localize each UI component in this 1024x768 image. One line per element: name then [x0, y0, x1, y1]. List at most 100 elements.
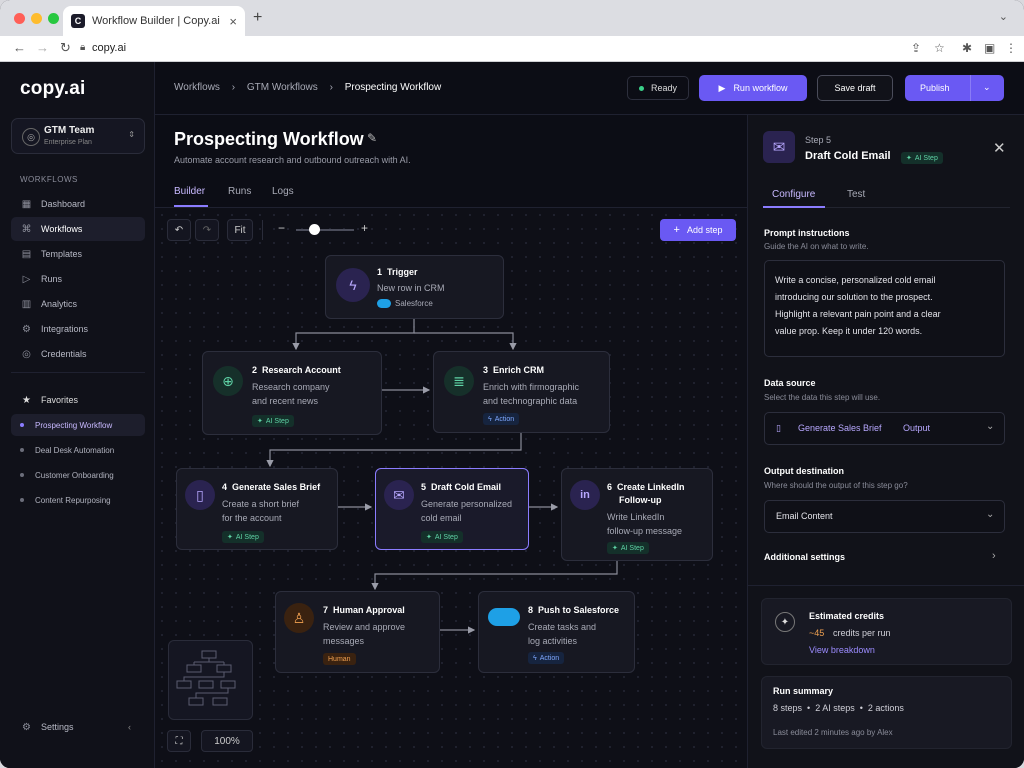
templates-icon: ▤: [21, 248, 32, 260]
workflow-node-enrich-crm[interactable]: ≣ 3 Enrich CRM Enrich with firmographic a…: [433, 351, 610, 433]
redo-icon[interactable]: ↷: [195, 219, 219, 241]
close-window-button[interactable]: [14, 13, 25, 24]
sidebar: copy.ai ◎ GTM Team Enterprise Plan ⇕ WOR…: [0, 62, 155, 768]
workflow-node-push-to-salesforce[interactable]: 8 Push to Salesforce Create tasks and log…: [478, 591, 635, 673]
tab-configure[interactable]: Configure: [772, 189, 815, 200]
sidebar-item-settings[interactable]: ⚙ Settings ‹: [11, 715, 145, 739]
favorite-item[interactable]: Prospecting Workflow: [11, 414, 145, 436]
output-destination-select[interactable]: Email Content ⌄: [764, 500, 1005, 533]
node-desc-line: Create tasks and: [528, 622, 597, 632]
fit-button[interactable]: Fit: [227, 219, 253, 241]
sidebar-item-workflows[interactable]: ⌘ Workflows: [11, 217, 145, 241]
new-tab-icon[interactable]: +: [253, 9, 262, 27]
workflow-node-human-approval[interactable]: ♙ 7 Human Approval Review and approve mes…: [275, 591, 440, 673]
favorite-item[interactable]: Deal Desk Automation: [11, 439, 145, 461]
publish-label: Publish: [920, 83, 950, 93]
zoom-slider-track[interactable]: [296, 229, 354, 231]
collapse-sidebar-icon[interactable]: ‹: [128, 722, 131, 732]
forward-arrow-icon[interactable]: →: [36, 40, 49, 55]
document-icon: ▯: [776, 423, 781, 433]
data-source-hint: Select the data this step will use.: [764, 393, 881, 402]
copyai-logo[interactable]: copy.ai: [20, 78, 85, 100]
undo-icon[interactable]: ↶: [167, 219, 191, 241]
node-desc-line: Research company: [252, 382, 330, 392]
zoom-out-icon[interactable]: −: [278, 221, 285, 235]
workflow-node-generate-sales-brief[interactable]: ▯ 4 Generate Sales Brief Create a short …: [176, 468, 338, 550]
breadcrumb-separator-icon: ›: [231, 82, 236, 93]
share-icon[interactable]: ⇪: [911, 41, 921, 55]
tab-logs[interactable]: Logs: [272, 186, 294, 197]
panel-divider: [748, 585, 1024, 586]
sidebar-item-integrations[interactable]: ⚙ Integrations: [11, 317, 145, 341]
close-panel-icon[interactable]: ✕: [993, 139, 1006, 157]
node-title: 3 Enrich CRM: [483, 365, 544, 375]
node-desc-line: and technographic data: [483, 396, 578, 406]
node-number: 4: [222, 482, 228, 492]
close-tab-icon[interactable]: ×: [229, 14, 237, 29]
favorite-item[interactable]: Customer Onboarding: [11, 464, 145, 486]
workflow-node-research-account[interactable]: ⊕ 2 Research Account Research company and…: [202, 351, 382, 435]
edit-title-pencil-icon[interactable]: ✎: [367, 131, 377, 145]
zoom-in-icon[interactable]: +: [361, 221, 368, 235]
publish-button[interactable]: Publish ⌄: [905, 75, 1004, 101]
ai-step-badge: ✦ AI Step: [901, 152, 943, 164]
team-chevron-icon: ⇕: [128, 130, 135, 139]
database-icon: ≣: [444, 366, 474, 396]
zoom-slider-handle[interactable]: [309, 224, 320, 235]
node-title-text: Research Account: [262, 365, 341, 375]
browser-tab-bar: C Workflow Builder | Copy.ai × + ⌄: [0, 0, 1024, 36]
team-switcher[interactable]: ◎ GTM Team Enterprise Plan ⇕: [11, 118, 145, 154]
browser-menu-icon[interactable]: ⋮: [1005, 41, 1017, 55]
favorite-label: Customer Onboarding: [35, 470, 114, 480]
view-breakdown-link[interactable]: View breakdown: [809, 645, 875, 655]
favorite-item[interactable]: Content Repurposing: [11, 489, 145, 511]
bolt-icon: ϟ: [488, 415, 492, 423]
extensions-icon[interactable]: ✱: [962, 41, 972, 55]
reload-icon[interactable]: ↻: [60, 40, 71, 56]
sidebar-item-runs[interactable]: ▷ Runs: [11, 267, 145, 291]
maximize-window-button[interactable]: [48, 13, 59, 24]
profile-icon[interactable]: ▣: [984, 41, 995, 55]
publish-chevron-down-icon[interactable]: ⌄: [983, 82, 991, 93]
node-desc-line: and recent news: [252, 396, 319, 406]
data-source-label: Data source: [764, 378, 816, 388]
browser-tab[interactable]: C Workflow Builder | Copy.ai ×: [63, 6, 245, 36]
tab-builder[interactable]: Builder: [174, 186, 205, 197]
additional-settings-toggle[interactable]: Additional settings: [764, 552, 845, 562]
fullscreen-icon[interactable]: ⛶: [167, 730, 191, 752]
toolbar-divider: [262, 220, 263, 240]
sidebar-item-credentials[interactable]: ◎ Credentials: [11, 342, 145, 366]
dashboard-icon: ▦: [21, 198, 32, 210]
data-source-select[interactable]: ▯ Generate Sales Brief Output ⌄: [764, 412, 1005, 445]
tab-runs[interactable]: Runs: [228, 186, 251, 197]
bookmark-star-icon[interactable]: ☆: [934, 41, 945, 55]
sidebar-item-templates[interactable]: ▤ Templates: [11, 242, 145, 266]
workflow-node-trigger[interactable]: ϟ 1 Trigger New row in CRM Salesforce: [325, 255, 504, 319]
save-draft-button[interactable]: Save draft: [817, 75, 893, 101]
tab-list-chevron-icon[interactable]: ⌄: [999, 10, 1008, 23]
tab-test[interactable]: Test: [847, 189, 865, 200]
breadcrumb-gtm-workflows[interactable]: GTM Workflows: [247, 82, 318, 93]
sidebar-item-dashboard[interactable]: ▦ Dashboard: [11, 192, 145, 216]
minimize-window-button[interactable]: [31, 13, 42, 24]
estimated-credits-card: ✦ Estimated credits ~45 credits per run …: [761, 598, 1012, 665]
zoom-level[interactable]: 100%: [201, 730, 253, 752]
workflow-node-draft-cold-email[interactable]: ✉ 5 Draft Cold Email Generate personaliz…: [375, 468, 529, 550]
address-bar: ← → ↻ 🔒︎ copy.ai ⇪ ☆ ✱ ▣ ⋮: [0, 36, 1024, 62]
canvas-minimap[interactable]: [168, 640, 253, 720]
back-arrow-icon[interactable]: ←: [13, 40, 26, 55]
minimap-node: [220, 680, 236, 689]
sidebar-item-analytics[interactable]: ▥ Analytics: [11, 292, 145, 316]
status-dot-icon: [638, 85, 644, 91]
prompt-textarea[interactable]: Write a concise, personalized cold email…: [764, 260, 1005, 357]
badge-label: Action: [494, 415, 515, 423]
node-description: Review and approve messages: [323, 620, 405, 648]
breadcrumb-workflows[interactable]: Workflows: [174, 82, 220, 93]
add-step-button[interactable]: + Add step: [660, 219, 736, 241]
workflow-node-create-linkedin-follow-up[interactable]: in 6 Create LinkedIn Follow-up Write Lin…: [561, 468, 713, 561]
url-field[interactable]: copy.ai: [92, 42, 126, 54]
minimap-node: [188, 697, 204, 706]
run-workflow-button[interactable]: ▶ Run workflow: [699, 75, 807, 101]
sidebar-item-label: Integrations: [41, 324, 89, 334]
chevron-right-icon[interactable]: ›: [992, 550, 996, 562]
